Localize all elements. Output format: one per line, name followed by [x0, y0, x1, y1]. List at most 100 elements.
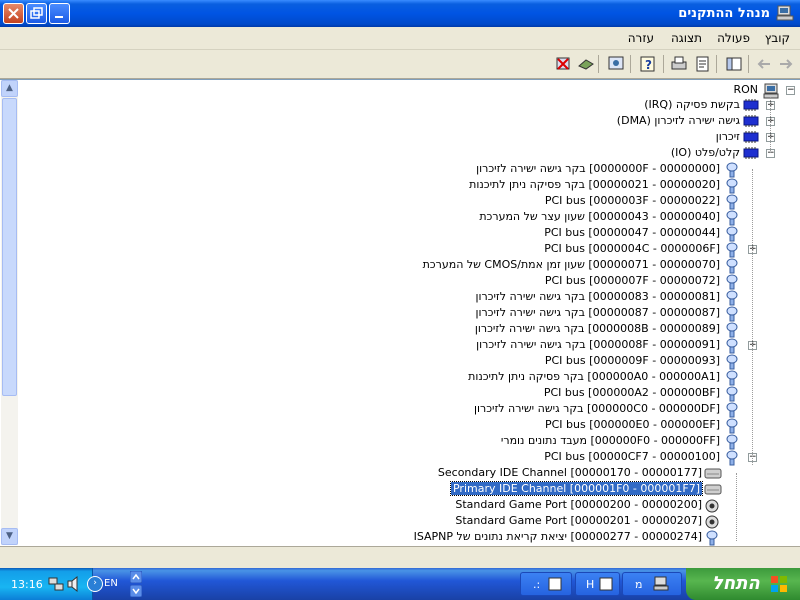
tree-item[interactable]: [00000020 - 00000021] בקר פסיקה ניתן לתי… — [0, 177, 800, 194]
restore-button[interactable] — [26, 3, 47, 24]
tree-item[interactable]: [00000089 - 0000008B] בקר גישה ישירה לזי… — [0, 321, 800, 338]
tree-item[interactable]: [000000A2 - 000000BF] PCI bus — [0, 385, 800, 402]
tree-subitem[interactable]: Standard Game Port [00000200 - 00000200] — [0, 497, 800, 513]
tree-item[interactable]: [00000087 - 00000087] בקר גישה ישירה לזי… — [0, 305, 800, 322]
tree-item-label[interactable]: [000000A2 - 000000BF] PCI bus — [544, 386, 720, 399]
help-icon[interactable]: ? — [638, 54, 658, 74]
tree-item-label[interactable]: [00000093 - 0000009F] PCI bus — [545, 354, 720, 367]
io-resource-icon — [724, 274, 740, 290]
tree-item[interactable]: [00000022 - 0000003F] PCI bus — [0, 193, 800, 210]
tree-item[interactable]: [000000C0 - 000000DF] בקר גישה ישירה לזי… — [0, 401, 800, 418]
title-bar[interactable]: מנהל ההתקנים — [0, 0, 800, 27]
io-resource-icon — [724, 210, 740, 226]
tree-category-label[interactable]: קלט/פלט (IO) — [671, 146, 740, 159]
tree-item[interactable]: [00000040 - 00000043] שעון עצר של המערכת — [0, 209, 800, 226]
tree-item[interactable]: [00000093 - 0000009F] PCI bus — [0, 353, 800, 370]
tray-expand-button[interactable]: › — [87, 576, 103, 592]
start-button[interactable]: התחל — [686, 568, 800, 600]
scan-hardware-icon[interactable] — [606, 54, 626, 74]
tree-subitem-label[interactable]: Secondary IDE Channel [00000170 - 000001… — [438, 466, 702, 479]
tree-item[interactable]: [000000F0 - 000000FF] מעבד נתונים נומרי — [0, 433, 800, 450]
expand-button[interactable]: − — [786, 86, 795, 95]
quick-launch-up-icon[interactable] — [130, 571, 142, 583]
network-icon[interactable] — [48, 576, 64, 592]
tree-item[interactable]: [000000A0 - 000000A1] בקר פסיקה ניתן לתי… — [0, 369, 800, 386]
taskbar-item-device-manager[interactable]: מ — [622, 572, 682, 596]
tree-item-label[interactable]: [00000087 - 00000087] בקר גישה ישירה לזי… — [475, 306, 720, 319]
tree-item[interactable]: [00000072 - 0000007F] PCI bus — [0, 273, 800, 290]
tree-item[interactable]: [0000008F - 00000091] בקר גישה ישירה לזי… — [0, 337, 800, 354]
tree-item[interactable]: [0000004C - 0000006F] PCI bus + — [0, 241, 800, 258]
scroll-up-button[interactable]: ▲ — [1, 80, 18, 97]
vertical-scrollbar[interactable]: ▲ ▼ — [1, 80, 18, 545]
print-icon[interactable] — [669, 54, 689, 74]
device-manager-icon — [653, 576, 669, 591]
menu-help[interactable]: עזרה — [628, 31, 654, 45]
tree-item-label[interactable]: [00000081 - 00000083] בקר גישה ישירה לזי… — [475, 290, 720, 303]
tree-item[interactable]: [00000044 - 00000047] PCI bus — [0, 225, 800, 242]
tree-subitem[interactable]: [00000274 - 00000277] יציאת קריאת נתונים… — [0, 529, 800, 546]
tree-category[interactable]: קלט/פלט (IO) − — [0, 145, 800, 161]
volume-icon[interactable] — [66, 576, 82, 592]
scroll-thumb[interactable] — [2, 98, 17, 396]
tree-root-label[interactable]: RON — [733, 83, 758, 96]
taskbar-item-h[interactable]: H — [575, 572, 620, 596]
tree-subitem-label[interactable]: Primary IDE Channel [000001F0 - 000001F7… — [449, 481, 704, 496]
tree-item-label[interactable]: [0000008F - 00000091] בקר גישה ישירה לזי… — [476, 338, 720, 351]
taskbar: התחל מ H .: EN 13:16 › — [0, 568, 800, 600]
tree-item-label[interactable]: [00000040 - 00000043] שעון עצר של המערכת — [479, 210, 720, 223]
scroll-down-button[interactable]: ▼ — [1, 528, 18, 545]
tree-item-label[interactable]: [00000000 - 0000000F] בקר גישה ישירה לזי… — [476, 162, 720, 175]
tree-item-label[interactable]: [00000022 - 0000003F] PCI bus — [545, 194, 720, 207]
tree-item-label[interactable]: [000000F0 - 000000FF] מעבד נתונים נומרי — [501, 434, 720, 447]
tree-item[interactable]: [00000000 - 0000000F] בקר גישה ישירה לזי… — [0, 161, 800, 178]
tree-guide-line — [770, 97, 771, 153]
forward-arrow-icon[interactable] — [776, 54, 796, 74]
tree-item-label[interactable]: [0000004C - 0000006F] PCI bus — [544, 242, 720, 255]
quick-launch-down-icon[interactable] — [130, 585, 142, 597]
menu-file[interactable]: קובץ — [765, 31, 790, 45]
update-driver-icon[interactable] — [576, 54, 596, 74]
device-tree[interactable]: RON − בקשת פסיקה (IRQ) + גישה ישירה לזיכרון … — [0, 79, 800, 547]
tree-category[interactable]: גישה ישירה לזיכרון (DMA) + — [0, 113, 800, 129]
clock[interactable]: 13:16 — [11, 578, 43, 591]
tree-item-label[interactable]: [00000072 - 0000007F] PCI bus — [545, 274, 720, 287]
language-indicator[interactable]: EN — [104, 578, 118, 589]
game-port-icon — [704, 498, 720, 513]
tree-subitem-label[interactable]: Standard Game Port [00000200 - 00000200] — [455, 498, 702, 511]
tree-item-label[interactable]: [000000C0 - 000000DF] בקר גישה ישירה לזי… — [474, 402, 720, 415]
tree-subitem-label[interactable]: Standard Game Port [00000201 - 00000207] — [455, 514, 702, 527]
uninstall-icon[interactable] — [553, 54, 573, 74]
tree-item-label[interactable]: [00000089 - 0000008B] בקר גישה ישירה לזי… — [475, 322, 720, 335]
properties-icon[interactable] — [693, 54, 713, 74]
tree-category-label[interactable]: בקשת פסיקה (IRQ) — [644, 98, 740, 111]
back-arrow-icon[interactable] — [754, 54, 774, 74]
tree-category[interactable]: זיכרון + — [0, 129, 800, 145]
tree-subitem[interactable]: Secondary IDE Channel [00000170 - 000001… — [0, 465, 800, 481]
tree-item[interactable]: [000000E0 - 000000EF] PCI bus — [0, 417, 800, 434]
tree-item[interactable]: [00000070 - 00000071] שעון זמן אמת/CMOS … — [0, 257, 800, 274]
tree-subitem-label[interactable]: [00000274 - 00000277] יציאת קריאת נתונים… — [414, 530, 702, 543]
tree-subitem[interactable]: Primary IDE Channel [000001F0 - 000001F7… — [0, 481, 800, 497]
taskbar-item-dots[interactable]: .: — [520, 572, 572, 596]
tree-item-label[interactable]: [000000E0 - 000000EF] PCI bus — [545, 418, 720, 431]
tree-category[interactable]: בקשת פסיקה (IRQ) + — [0, 97, 800, 113]
tree-subitem[interactable]: Standard Game Port [00000201 - 00000207] — [0, 513, 800, 529]
tree-item-label[interactable]: [00000020 - 00000021] בקר פסיקה ניתן לתי… — [469, 178, 720, 191]
menu-view[interactable]: תצוגה — [671, 31, 702, 45]
close-button[interactable] — [3, 3, 24, 24]
tree-category-label[interactable]: גישה ישירה לזיכרון (DMA) — [617, 114, 740, 127]
tree-item-label[interactable]: [000000A0 - 000000A1] בקר פסיקה ניתן לתי… — [468, 370, 720, 383]
menu-action[interactable]: פעולה — [717, 31, 750, 45]
tree-item-label[interactable]: [00000100 - 00000CF7] PCI bus — [544, 450, 720, 463]
tree-item-label[interactable]: [00000070 - 00000071] שעון זמן אמת/CMOS … — [423, 258, 720, 271]
tree-category-label[interactable]: זיכרון — [716, 130, 740, 143]
tree-item-label[interactable]: [00000044 - 00000047] PCI bus — [544, 226, 720, 239]
tree-item[interactable]: [00000100 - 00000CF7] PCI bus − — [0, 449, 800, 466]
show-hide-tree-icon[interactable] — [724, 54, 744, 74]
tree-root[interactable]: RON − — [0, 82, 800, 99]
tree-item[interactable]: [00000081 - 00000083] בקר גישה ישירה לזי… — [0, 289, 800, 306]
close-icon — [8, 8, 19, 19]
io-resource-icon — [704, 530, 720, 546]
minimize-button[interactable] — [49, 3, 70, 24]
